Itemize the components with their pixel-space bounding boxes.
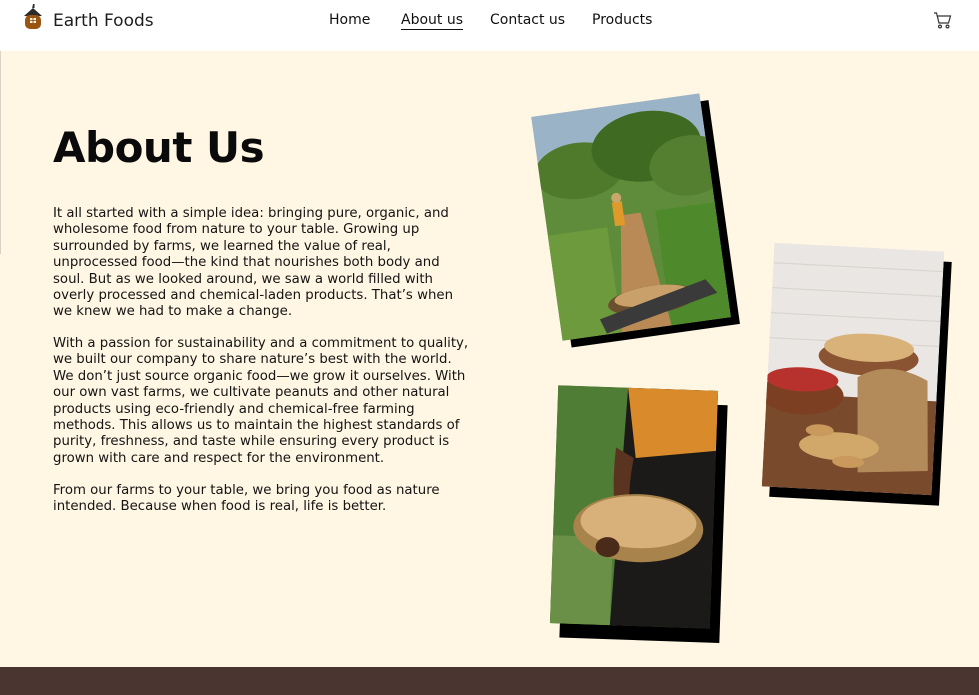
nav-about-us[interactable]: About us bbox=[401, 12, 464, 30]
farm-field-photo bbox=[531, 93, 740, 348]
peanuts-bowls-photo bbox=[761, 242, 952, 506]
about-paragraph: With a passion for sustainability and a … bbox=[53, 336, 469, 466]
divider bbox=[0, 51, 1, 254]
main-nav: Home About us Contact us Products bbox=[0, 12, 979, 32]
cart-icon[interactable] bbox=[933, 11, 952, 35]
about-section: About Us It all started with a simple id… bbox=[0, 51, 979, 667]
site-header: Earth Foods Home About us Contact us Pro… bbox=[0, 0, 979, 51]
peanut-basket-photo bbox=[549, 385, 728, 644]
nav-contact-us[interactable]: Contact us bbox=[490, 12, 565, 28]
nav-products[interactable]: Products bbox=[592, 12, 652, 28]
about-paragraph: It all started with a simple idea: bring… bbox=[53, 206, 453, 320]
site-footer bbox=[0, 667, 979, 695]
page-title: About Us bbox=[53, 123, 265, 172]
nav-home[interactable]: Home bbox=[329, 12, 370, 28]
about-paragraph: From our farms to your table, we bring y… bbox=[53, 483, 440, 515]
